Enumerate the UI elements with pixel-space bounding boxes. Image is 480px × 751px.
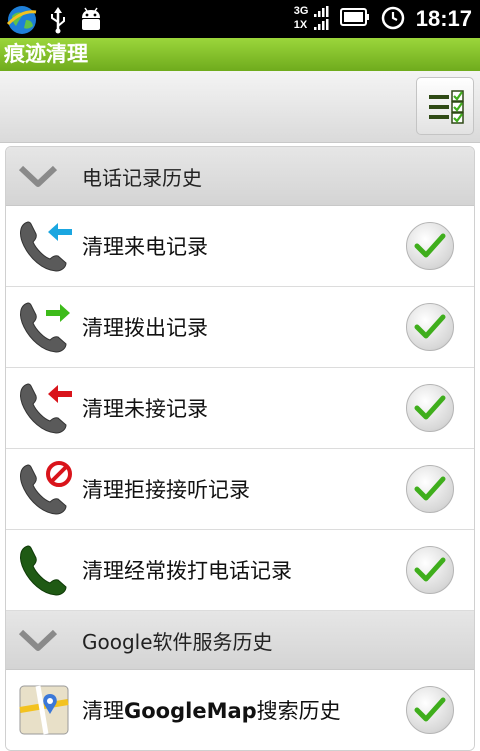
item-checkbox[interactable]	[406, 546, 454, 594]
android-debug-icon	[78, 6, 104, 38]
item-checkbox[interactable]	[406, 686, 454, 734]
list-item-rejected-calls[interactable]: 清理拒接接听记录	[6, 449, 474, 530]
usb-icon	[48, 6, 68, 38]
frequent-call-icon	[20, 545, 67, 596]
list-item-outgoing-calls[interactable]: 清理拨出记录	[6, 287, 474, 368]
checkmark-icon	[414, 476, 446, 501]
rejected-call-icon	[20, 461, 72, 515]
outgoing-call-icon	[20, 302, 70, 353]
signal-icon: 3G 1X	[294, 4, 330, 34]
missed-call-icon	[20, 383, 72, 434]
section-header-call-history[interactable]: 电话记录历史	[6, 147, 474, 206]
section-header-google-services[interactable]: Google软件服务历史	[6, 611, 474, 670]
list-item-googlemap-search[interactable]: 清理GoogleMap搜索历史	[6, 670, 474, 750]
checkmark-icon	[414, 697, 446, 722]
app-title: 痕迹清理	[4, 42, 88, 66]
status-bar: 3G 1X 18:17	[0, 0, 480, 38]
battery-icon	[339, 8, 370, 30]
checkmark-icon	[414, 314, 446, 339]
section-label: Google软件服务历史	[82, 629, 273, 654]
checklist-icon	[429, 90, 464, 124]
item-checkbox[interactable]	[406, 465, 454, 513]
cleanup-list: 电话记录历史 清理来电记录 清理拨出记录 清理未接记录 清理拒接接听记录 清理经…	[5, 146, 475, 751]
list-item-incoming-calls[interactable]: 清理来电记录	[6, 206, 474, 287]
chevron-down-icon	[18, 629, 58, 651]
list-item-missed-calls[interactable]: 清理未接记录	[6, 368, 474, 449]
select-all-button[interactable]	[416, 77, 474, 135]
alarm-icon	[380, 4, 406, 34]
section-label: 电话记录历史	[82, 165, 202, 190]
checkmark-icon	[414, 557, 446, 582]
checkmark-icon	[414, 395, 446, 420]
globe-icon	[6, 4, 38, 40]
toolbar	[0, 71, 480, 143]
chevron-down-icon	[18, 165, 58, 187]
item-checkbox[interactable]	[406, 222, 454, 270]
google-maps-icon	[19, 685, 69, 735]
incoming-call-icon	[20, 221, 72, 272]
item-checkbox[interactable]	[406, 303, 454, 351]
clock-time: 18:17	[415, 6, 472, 31]
app-title-bar: 痕迹清理	[0, 38, 480, 71]
list-item-frequent-calls[interactable]: 清理经常拨打电话记录	[6, 530, 474, 611]
item-checkbox[interactable]	[406, 384, 454, 432]
checkmark-icon	[414, 233, 446, 258]
